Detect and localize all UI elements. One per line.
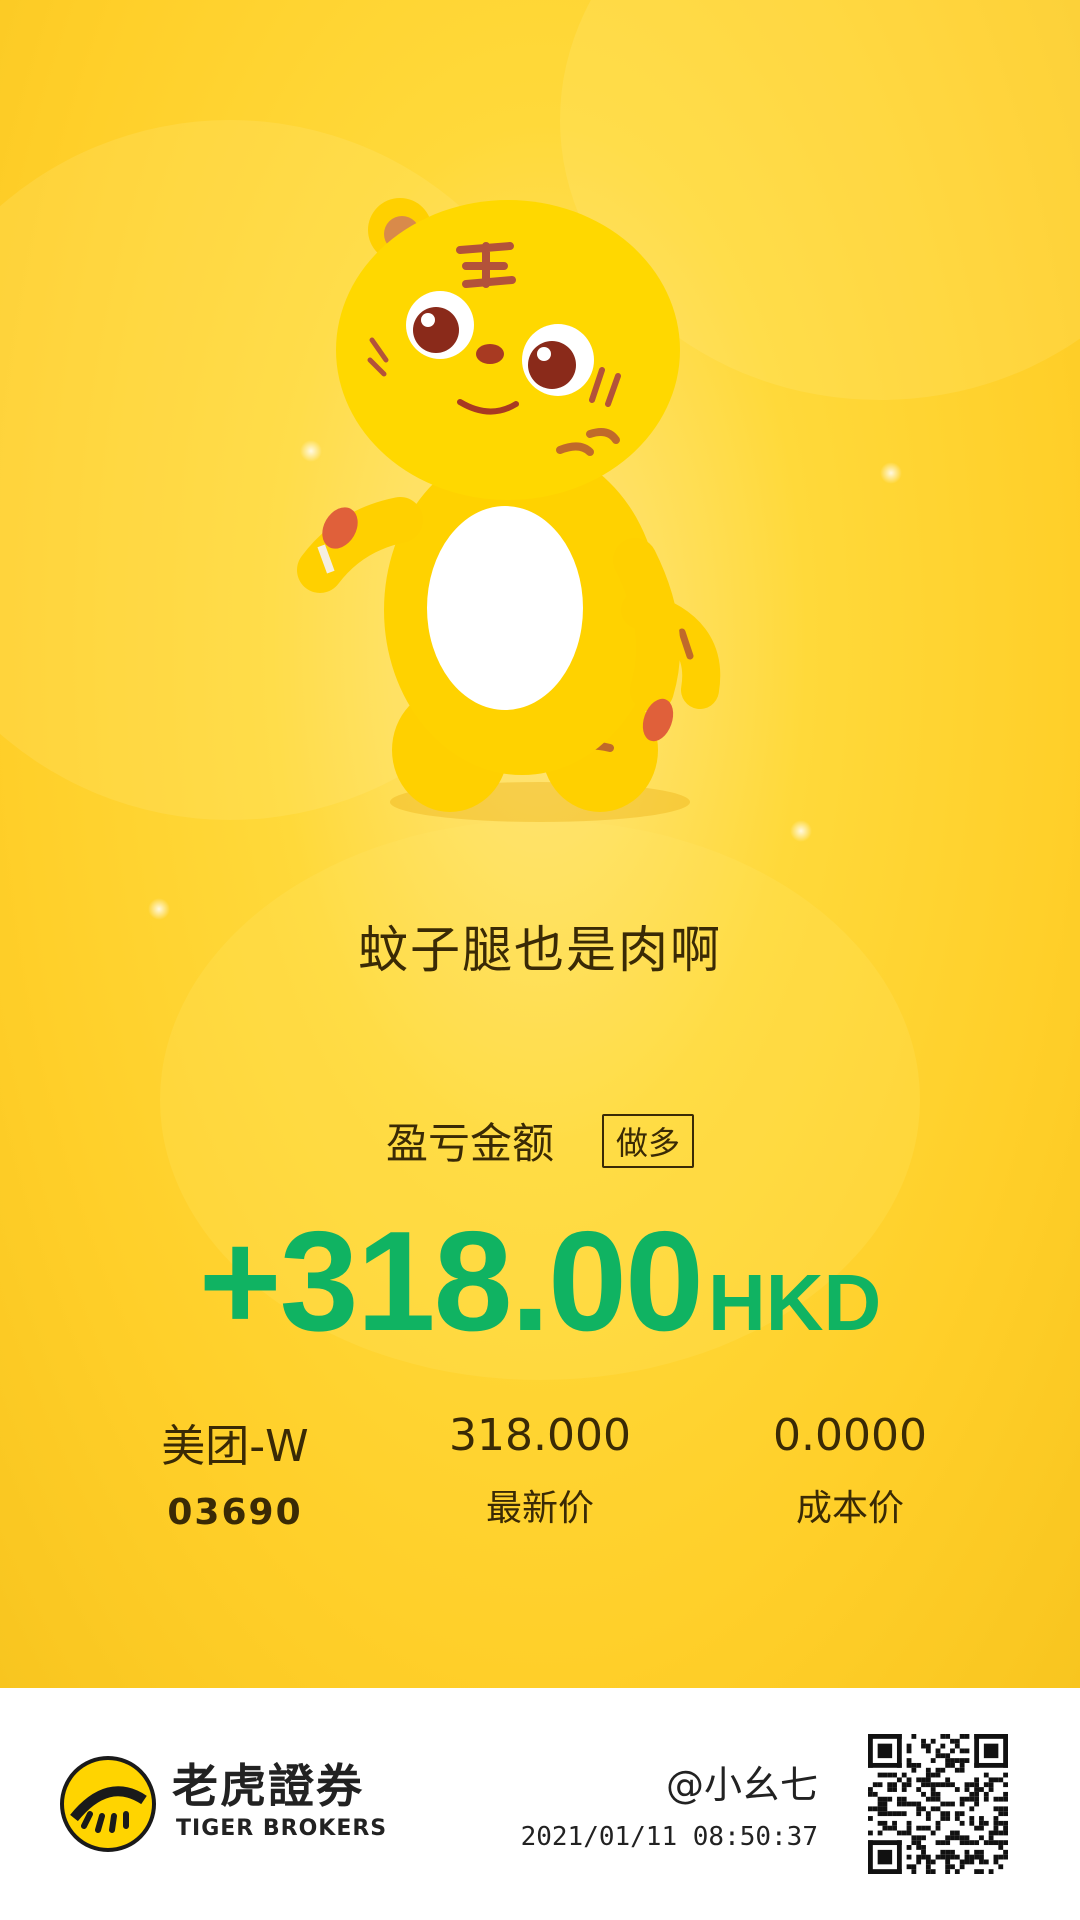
stock-code: 03690 [167, 1492, 303, 1533]
qr-code-icon[interactable] [868, 1734, 1008, 1874]
brand-name-cn: 老虎證券 [172, 1759, 364, 1813]
direction-badge: 做多 [602, 1113, 695, 1168]
timestamp: 2021/01/11 08:50:37 [520, 1822, 818, 1852]
sparkle [880, 462, 902, 484]
share-card: 蚊子腿也是肉啊 盈亏金额 做多 +318.00 HKD 美团-W 03690 3… [0, 0, 1080, 1920]
hero-panel: 蚊子腿也是肉啊 盈亏金额 做多 +318.00 HKD 美团-W 03690 3… [0, 0, 1080, 1688]
latest-price-label: 最新价 [485, 1488, 594, 1529]
pnl-amount: +318.00 HKD [0, 1200, 1080, 1364]
brand-name-en: TIGER BROKERS [176, 1816, 388, 1841]
stock-name: 美团-W [161, 1421, 309, 1472]
cost-price-info: 0.0000 成本价 [740, 1410, 960, 1531]
sparkle [790, 820, 812, 842]
pnl-header: 盈亏金额 做多 [0, 1110, 1080, 1171]
slogan-text: 蚊子腿也是肉啊 [358, 921, 722, 979]
cost-price-value: 0.0000 [773, 1410, 927, 1461]
tiger-brokers-logo-icon [60, 1756, 156, 1852]
username: @小幺七 [665, 1763, 818, 1807]
pnl-label: 盈亏金额 [385, 1119, 554, 1168]
latest-price-value: 318.000 [449, 1410, 631, 1461]
stock-info: 美团-W 03690 [130, 1410, 340, 1533]
latest-price-info: 318.000 最新价 [430, 1410, 650, 1531]
footer: 老虎證券 TIGER BROKERS @小幺七 2021/01/11 08:50… [0, 1688, 1080, 1920]
pnl-currency: HKD [707, 1258, 882, 1347]
cost-price-label: 成本价 [795, 1488, 904, 1529]
pnl-amount-value: +318.00 [198, 1202, 704, 1361]
tiger-mascot-icon [297, 198, 721, 822]
